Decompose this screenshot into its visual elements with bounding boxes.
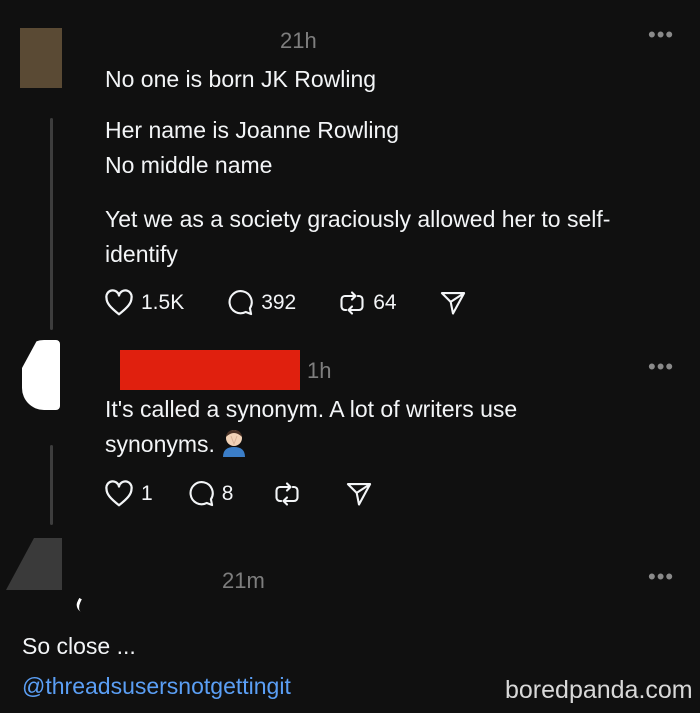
like-count: 1.5K <box>141 291 185 314</box>
avatar[interactable] <box>6 538 62 590</box>
like-count: 1 <box>141 482 153 505</box>
repost-button[interactable] <box>273 480 301 508</box>
post-text-line: No one is born JK Rowling <box>105 66 377 92</box>
post-timestamp: 21h <box>280 28 317 53</box>
heart-icon <box>105 480 133 507</box>
repost-icon <box>340 291 364 315</box>
repost-count: 64 <box>373 291 397 314</box>
facepalm-emoji <box>222 430 245 457</box>
heart-icon <box>105 289 133 316</box>
watermark: boredpanda.com <box>505 676 693 704</box>
source-link[interactable]: @threadsusersnotgettingit <box>22 673 291 700</box>
comment-icon <box>189 481 214 507</box>
avatar[interactable] <box>22 340 60 410</box>
redacted-username <box>120 350 300 390</box>
reply-button[interactable]: 8 <box>187 480 234 508</box>
share-icon <box>440 292 465 315</box>
reply-text: It's called a synonym. A lot of writers … <box>105 392 517 462</box>
post-timestamp: 1h <box>307 358 332 383</box>
action-bar: 1 8 <box>104 480 373 508</box>
thread-line <box>50 118 53 330</box>
like-button[interactable]: 1.5K <box>104 289 184 317</box>
more-icon[interactable]: ••• <box>648 24 674 46</box>
repost-button[interactable]: 64 <box>338 289 397 317</box>
post-timestamp: 21m <box>222 568 265 593</box>
reply-button[interactable]: 392 <box>226 289 296 317</box>
thread-line <box>50 445 53 525</box>
avatar[interactable] <box>20 28 62 88</box>
reply-count: 8 <box>221 482 234 505</box>
action-bar: 1.5K 392 64 <box>104 289 467 317</box>
repost-icon <box>275 482 299 506</box>
more-icon[interactable]: ••• <box>648 566 674 588</box>
post-text-line: Yet we as a society graciously allowed h… <box>105 206 611 267</box>
comment-icon <box>228 290 253 316</box>
share-button[interactable] <box>345 480 373 508</box>
like-button[interactable]: 1 <box>104 480 153 508</box>
share-button[interactable] <box>439 289 467 317</box>
more-icon[interactable]: ••• <box>648 356 674 378</box>
reply-text-content: It's called a synonym. A lot of writers … <box>105 396 518 457</box>
caption: So close ... <box>22 633 136 659</box>
avatar-badge <box>74 597 91 615</box>
share-icon <box>347 483 372 506</box>
reply-count: 392 <box>261 291 297 314</box>
post-text-line: Her name is Joanne Rowling No middle nam… <box>105 117 400 178</box>
